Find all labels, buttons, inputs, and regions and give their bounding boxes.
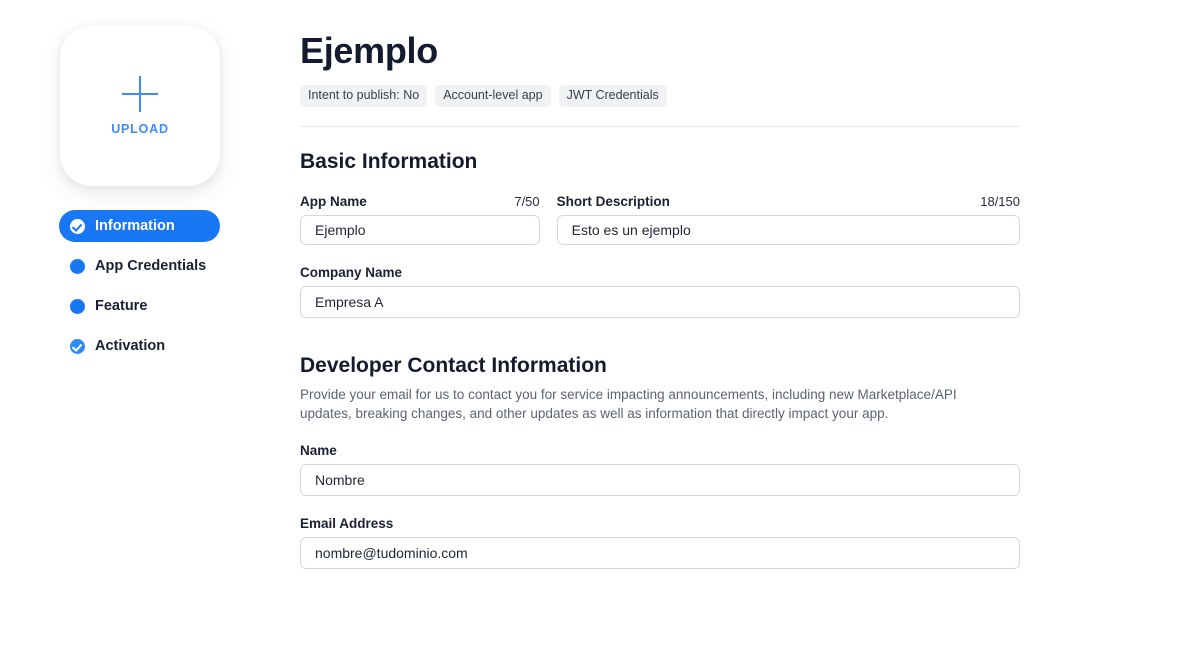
sidebar-item-label: Activation — [95, 337, 166, 354]
plus-icon — [122, 76, 158, 112]
status-badge: Account-level app — [435, 85, 551, 107]
app-page: UPLOAD Information App Credentials Featu… — [0, 0, 1190, 646]
app-name-label: App Name — [300, 193, 367, 209]
check-circle-icon — [70, 218, 85, 234]
field-head: App Name 7/50 — [300, 194, 540, 209]
basic-info-row: App Name 7/50 Short Description 18/150 — [300, 174, 1020, 245]
field-email-address: Email Address — [300, 516, 1020, 570]
developer-contact-description: Provide your email for us to contact you… — [300, 386, 957, 421]
section-title-developer-contact: Developer Contact Information — [300, 353, 607, 377]
short-description-counter: 18/150 — [980, 193, 1020, 209]
field-contact-name: Name — [300, 443, 1020, 497]
sidebar-item-information[interactable]: Information — [59, 210, 220, 242]
badge-list: Intent to publish: No Account-level app … — [300, 85, 1020, 107]
page-title: Ejemplo — [300, 30, 438, 71]
email-address-input[interactable] — [300, 537, 1020, 570]
status-badge: Intent to publish: No — [300, 85, 428, 107]
section-title-basic-information: Basic Information — [300, 149, 478, 173]
field-head: Company Name — [300, 265, 1020, 280]
field-company-name: Company Name — [300, 265, 1020, 318]
sidebar-item-activation[interactable]: Activation — [59, 330, 259, 362]
company-name-input[interactable] — [300, 285, 1020, 318]
app-name-input[interactable] — [300, 214, 540, 245]
company-name-label: Company Name — [300, 264, 403, 280]
field-head: Name — [300, 443, 1020, 458]
contact-name-label: Name — [300, 443, 337, 459]
dot-icon — [70, 258, 85, 274]
field-short-description: Short Description 18/150 — [556, 194, 1020, 245]
check-circle-icon — [70, 338, 85, 354]
contact-name-input[interactable] — [300, 464, 1020, 497]
upload-app-icon-button[interactable]: UPLOAD — [60, 26, 220, 186]
sidebar-item-label: Feature — [95, 297, 148, 314]
short-description-label: Short Description — [556, 193, 670, 209]
short-description-input[interactable] — [556, 214, 1020, 245]
field-head: Email Address — [300, 516, 1020, 531]
email-address-label: Email Address — [300, 516, 394, 532]
upload-label: UPLOAD — [111, 122, 169, 136]
sidebar-item-label: Information — [95, 217, 175, 234]
sidebar-item-feature[interactable]: Feature — [59, 290, 259, 322]
sidebar: UPLOAD Information App Credentials Featu… — [0, 0, 295, 646]
dot-icon — [70, 298, 85, 314]
sidebar-item-app-credentials[interactable]: App Credentials — [59, 250, 259, 282]
main-content: Ejemplo Intent to publish: No Account-le… — [300, 0, 1020, 570]
field-app-name: App Name 7/50 — [300, 194, 540, 245]
sidebar-item-label: App Credentials — [95, 257, 207, 274]
status-badge: JWT Credentials — [558, 85, 667, 107]
app-name-counter: 7/50 — [514, 193, 540, 209]
sidebar-nav: Information App Credentials Feature Acti… — [59, 210, 259, 370]
field-head: Short Description 18/150 — [557, 194, 1020, 209]
